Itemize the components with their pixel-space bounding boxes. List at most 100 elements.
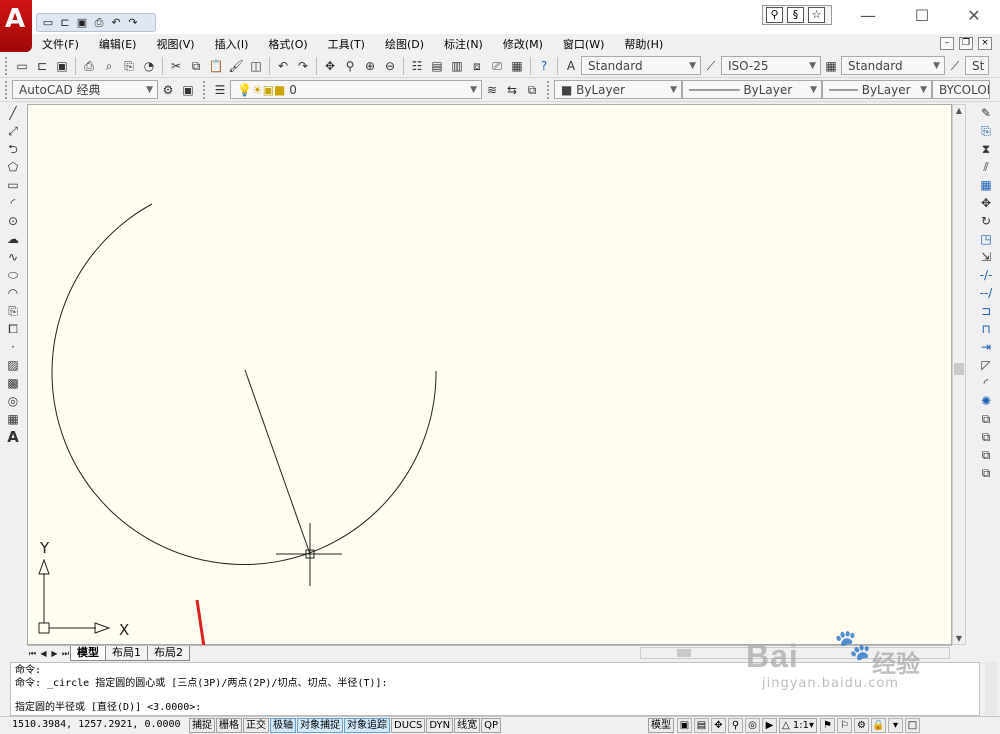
mirror-icon[interactable]: ⧗ bbox=[977, 140, 995, 158]
command-prompt[interactable]: 指定圆的半径或 [直径(D)] <3.0000>: bbox=[15, 701, 201, 714]
pan-status-icon[interactable]: ✥ bbox=[711, 718, 726, 733]
polygon-icon[interactable]: ⬠ bbox=[4, 158, 22, 176]
layout-view-icon[interactable]: ▣ bbox=[677, 718, 692, 733]
application-menu-button[interactable]: A bbox=[0, 0, 32, 52]
maximize-button[interactable]: ☐ bbox=[902, 4, 942, 28]
properties-icon[interactable]: ☷ bbox=[408, 57, 426, 75]
menu-window[interactable]: 窗口(W) bbox=[553, 36, 614, 52]
showmotion-icon[interactable]: ▶ bbox=[762, 718, 777, 733]
vertical-scrollbar[interactable]: ▲ ▼ bbox=[952, 104, 966, 645]
dim-style-select[interactable]: ISO-25 ▼ bbox=[721, 56, 821, 75]
status-toggle[interactable]: DUCS bbox=[391, 718, 426, 733]
status-toggle[interactable]: 极轴 bbox=[270, 718, 296, 733]
workspace-customize-icon[interactable]: ▣ bbox=[179, 81, 197, 99]
explode-icon[interactable]: ✺ bbox=[977, 392, 995, 410]
stretch-icon[interactable]: ⇲ bbox=[977, 248, 995, 266]
multileader-style-select[interactable]: St bbox=[965, 56, 989, 75]
copy-icon[interactable]: ⧉ bbox=[187, 57, 205, 75]
copy-object-icon[interactable]: ⎘ bbox=[977, 122, 995, 140]
clean-screen-icon[interactable]: □ bbox=[905, 718, 920, 733]
menu-format[interactable]: 格式(O) bbox=[258, 36, 317, 52]
status-toggle[interactable]: 捕捉 bbox=[189, 718, 215, 733]
annotation-scale[interactable]: △ 1:1▾ bbox=[779, 718, 817, 733]
ellipse-arc-icon[interactable]: ◠ bbox=[4, 284, 22, 302]
command-window-scrollbar[interactable] bbox=[985, 662, 997, 716]
workspace-select[interactable]: AutoCAD 经典 ▼ bbox=[12, 80, 158, 99]
redo-icon[interactable]: ↷ bbox=[126, 16, 140, 30]
toolbar-grip[interactable] bbox=[5, 80, 9, 99]
undo-tool-icon[interactable]: ↶ bbox=[274, 57, 292, 75]
status-toggle[interactable]: 对象捕捉 bbox=[297, 718, 343, 733]
revision-cloud-icon[interactable]: ☁ bbox=[4, 230, 22, 248]
join-icon[interactable]: ⇥ bbox=[977, 338, 995, 356]
vertical-scroll-thumb[interactable] bbox=[954, 363, 964, 375]
markup-icon[interactable]: ⎚ bbox=[488, 57, 506, 75]
status-toggle[interactable]: 栅格 bbox=[216, 718, 242, 733]
open-icon[interactable]: ⊏ bbox=[58, 16, 72, 30]
trim-icon[interactable]: -/- bbox=[977, 266, 995, 284]
undo-icon[interactable]: ↶ bbox=[109, 16, 123, 30]
insert-block-icon[interactable]: ⎘ bbox=[4, 302, 22, 320]
menu-file[interactable]: 文件(F) bbox=[32, 36, 89, 52]
status-toggle[interactable]: 对象追踪 bbox=[344, 718, 390, 733]
table-icon[interactable]: ▦ bbox=[4, 410, 22, 428]
menu-insert[interactable]: 插入(I) bbox=[205, 36, 259, 52]
fillet-icon[interactable]: ◜ bbox=[977, 374, 995, 392]
menu-view[interactable]: 视图(V) bbox=[146, 36, 204, 52]
next-tab-icon[interactable]: ▶ bbox=[49, 648, 60, 660]
block-editor-icon[interactable]: ◫ bbox=[247, 57, 265, 75]
rotate-icon[interactable]: ↻ bbox=[977, 212, 995, 230]
status-toggle[interactable]: 正交 bbox=[243, 718, 269, 733]
redo-tool-icon[interactable]: ↷ bbox=[294, 57, 312, 75]
favorites-star-icon[interactable]: ☆ bbox=[808, 7, 825, 23]
table-style-icon[interactable]: ▦ bbox=[822, 57, 840, 75]
make-block-icon[interactable]: ⧠ bbox=[4, 320, 22, 338]
tab-layout2[interactable]: 布局2 bbox=[147, 646, 190, 661]
menu-dimension[interactable]: 标注(N) bbox=[434, 36, 493, 52]
hatch-icon[interactable]: ▨ bbox=[4, 356, 22, 374]
menu-help[interactable]: 帮助(H) bbox=[614, 36, 673, 52]
break-icon[interactable]: ⊓ bbox=[977, 320, 995, 338]
coordinate-readout[interactable]: 1510.3984, 1257.2921, 0.0000 bbox=[12, 719, 181, 730]
rectangle-icon[interactable]: ▭ bbox=[4, 176, 22, 194]
toolbar-grip[interactable] bbox=[5, 56, 9, 75]
steering-wheel-icon[interactable]: ◎ bbox=[745, 718, 760, 733]
lock-icon[interactable]: 🔒 bbox=[871, 718, 886, 733]
communication-center-icon[interactable]: § bbox=[787, 7, 804, 23]
gradient-icon[interactable]: ▩ bbox=[4, 374, 22, 392]
save-file-icon[interactable]: ▣ bbox=[53, 57, 71, 75]
bring-above-icon[interactable]: ⧉ bbox=[977, 446, 995, 464]
color-select[interactable]: ■ ByLayer ▼ bbox=[554, 80, 682, 99]
array-icon[interactable]: ▦ bbox=[977, 176, 995, 194]
cut-icon[interactable]: ✂ bbox=[167, 57, 185, 75]
qnew-icon[interactable]: ▭ bbox=[13, 57, 31, 75]
zoom-previous-icon[interactable]: ⊖ bbox=[381, 57, 399, 75]
drawing-minimize-button[interactable]: – bbox=[940, 37, 954, 50]
multiline-text-icon[interactable]: A bbox=[4, 428, 22, 446]
construction-line-icon[interactable]: ⤢ bbox=[4, 122, 22, 140]
lineweight-select[interactable]: ──── ByLayer ▼ bbox=[822, 80, 932, 99]
send-under-icon[interactable]: ⧉ bbox=[977, 464, 995, 482]
tab-layout1[interactable]: 布局1 bbox=[105, 646, 148, 661]
zoom-status-icon[interactable]: ⚲ bbox=[728, 718, 743, 733]
menu-tools[interactable]: 工具(T) bbox=[318, 36, 375, 52]
match-properties-icon[interactable]: 🖌 bbox=[227, 57, 245, 75]
text-style-select[interactable]: Standard ▼ bbox=[581, 56, 701, 75]
chamfer-icon[interactable]: ◸ bbox=[977, 356, 995, 374]
search-icon[interactable]: ⚲ bbox=[766, 7, 783, 23]
layer-previous-icon[interactable]: ⇆ bbox=[503, 81, 521, 99]
plot-icon[interactable]: ⎙ bbox=[80, 57, 98, 75]
plot-preview-icon[interactable]: ⌕ bbox=[100, 57, 118, 75]
move-icon[interactable]: ✥ bbox=[977, 194, 995, 212]
arc-icon[interactable]: ◜ bbox=[4, 194, 22, 212]
linetype-select[interactable]: ─────── ByLayer ▼ bbox=[682, 80, 822, 99]
toolbar-grip[interactable] bbox=[547, 80, 551, 99]
model-space-toggle[interactable]: 模型 bbox=[648, 718, 674, 733]
workspace-settings-icon[interactable]: ⚙ bbox=[159, 81, 177, 99]
auto-scale-icon[interactable]: ⚐ bbox=[837, 718, 852, 733]
tool-palettes-icon[interactable]: ▥ bbox=[448, 57, 466, 75]
first-tab-icon[interactable]: ⏮ bbox=[27, 648, 38, 660]
offset-icon[interactable]: ⫽ bbox=[977, 158, 995, 176]
ellipse-icon[interactable]: ⬭ bbox=[4, 266, 22, 284]
zoom-window-icon[interactable]: ⊕ bbox=[361, 57, 379, 75]
